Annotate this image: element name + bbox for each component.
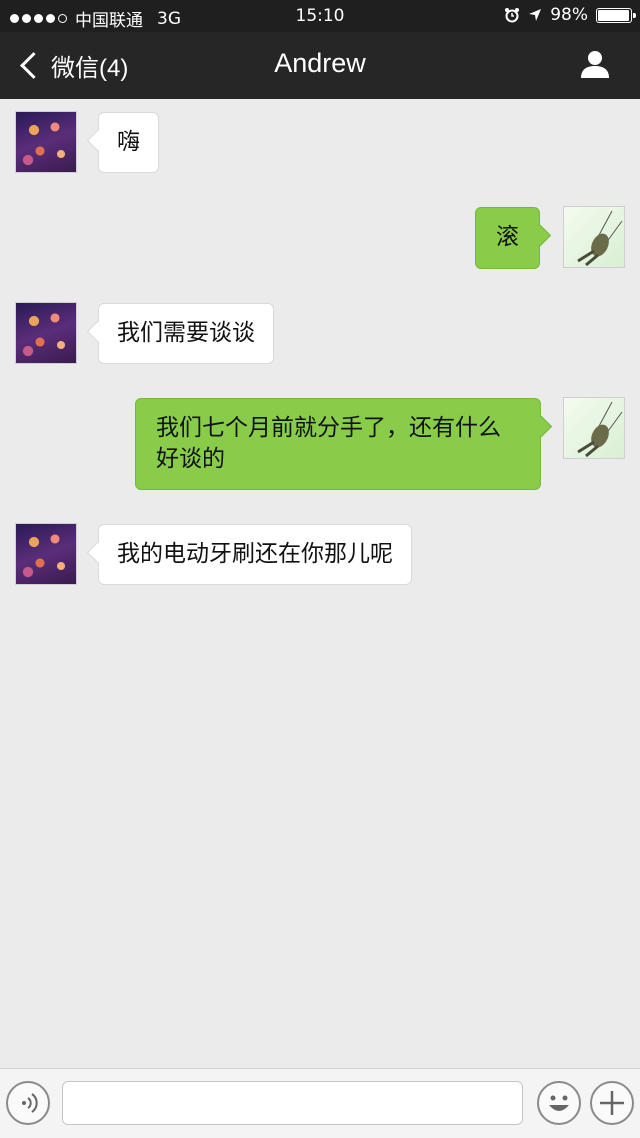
battery-icon [596, 7, 636, 23]
emoji-icon [549, 1095, 569, 1111]
message-text: 我们七个月前就分手了，还有什么好谈的 [156, 415, 501, 472]
outgoing-message-bubble[interactable]: 滚 [475, 207, 540, 269]
input-bar [0, 1068, 640, 1138]
nav-bar: 微信(4) Andrew [0, 32, 640, 99]
emoji-button[interactable] [537, 1081, 581, 1125]
status-right: 98% [504, 5, 636, 25]
contact-profile-icon[interactable] [580, 49, 610, 79]
chat-title: Andrew [274, 48, 366, 78]
incoming-message-bubble[interactable]: 嗨 [98, 112, 159, 173]
message-input[interactable] [62, 1081, 523, 1125]
message-text: 嗨 [117, 129, 140, 155]
contact-avatar[interactable] [15, 523, 77, 585]
battery-percent: 98% [550, 5, 588, 25]
location-arrow-icon [529, 9, 542, 21]
swing-figure-icon [577, 210, 623, 267]
contact-avatar[interactable] [15, 302, 77, 364]
voice-input-button[interactable] [6, 1081, 50, 1125]
status-bar: 中国联通 3G 15:10 98% [0, 0, 640, 32]
plus-icon [600, 1091, 624, 1115]
swing-figure-icon [577, 401, 623, 458]
message-text: 我们需要谈谈 [117, 320, 255, 346]
more-options-button[interactable] [590, 1081, 634, 1125]
outgoing-message-bubble[interactable]: 我们七个月前就分手了，还有什么好谈的 [135, 398, 541, 490]
my-avatar[interactable] [563, 397, 625, 459]
alarm-icon [505, 8, 520, 23]
message-text: 滚 [496, 224, 519, 250]
incoming-message-bubble[interactable]: 我的电动牙刷还在你那儿呢 [98, 524, 412, 585]
battery-fill [598, 9, 630, 21]
my-avatar[interactable] [563, 206, 625, 268]
incoming-message-bubble[interactable]: 我们需要谈谈 [98, 303, 274, 364]
voice-icon [22, 1093, 38, 1113]
message-text: 我的电动牙刷还在你那儿呢 [117, 541, 393, 567]
contact-avatar[interactable] [15, 111, 77, 173]
